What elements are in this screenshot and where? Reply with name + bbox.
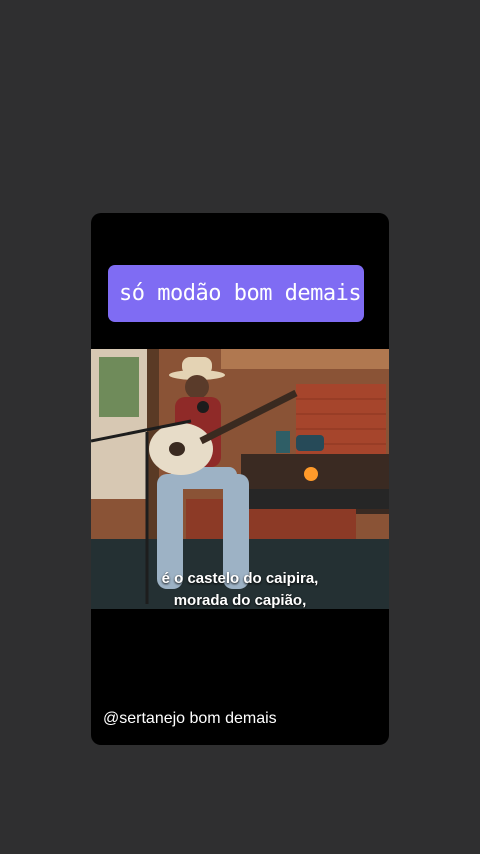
subtitle: é o castelo do caipira, morada do capião… xyxy=(91,568,389,612)
title-banner: só modão bom demais xyxy=(108,265,364,322)
subtitle-line-1: é o castelo do caipira, xyxy=(161,570,319,587)
title-text: só modão bom demais xyxy=(119,281,362,306)
subtitle-line-2: morada do capião, xyxy=(173,592,307,609)
account-handle[interactable]: @sertanejo bom demais xyxy=(103,710,277,728)
story-card[interactable]: só modão bom demais é o castelo do caipi… xyxy=(91,213,389,745)
